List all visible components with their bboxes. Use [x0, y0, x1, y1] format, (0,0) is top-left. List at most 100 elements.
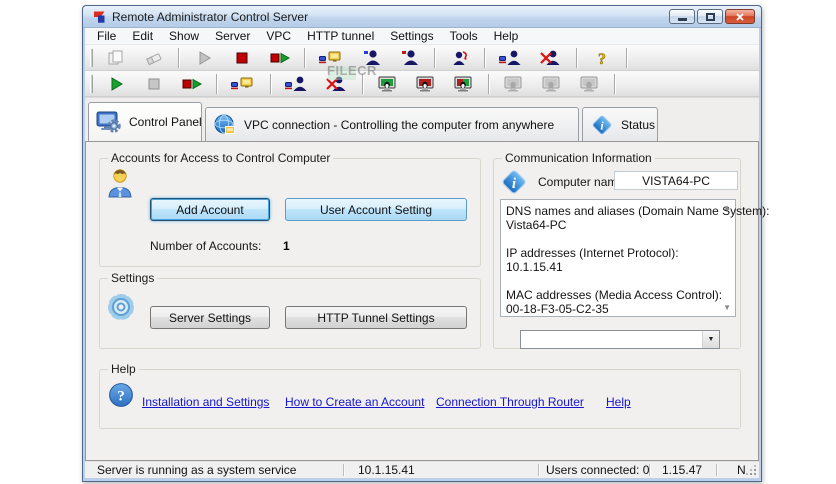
user-delete-icon [540, 50, 560, 65]
menu-edit[interactable]: Edit [124, 28, 161, 44]
info-diamond-icon: i [500, 168, 528, 196]
erase-button[interactable] [141, 47, 167, 69]
network-info-listbox[interactable]: DNS names and aliases (Domain Name Syste… [500, 199, 770, 317]
start-button[interactable] [191, 47, 217, 69]
menu-vpc[interactable]: VPC [258, 28, 299, 44]
user-sessions-button[interactable] [397, 47, 423, 69]
title-bar[interactable]: Remote Administrator Control Server [83, 6, 761, 28]
group-title: Accounts for Access to Control Computer [108, 152, 334, 165]
statusbar-separator [716, 464, 718, 476]
tab-status[interactable]: i Status [582, 107, 658, 141]
maximize-button[interactable] [697, 9, 723, 24]
chevron-down-icon[interactable]: ▼ [702, 331, 719, 348]
monitor-green-icon [378, 76, 396, 91]
network-adapter-combobox[interactable]: ▼ [520, 330, 720, 349]
monitor-gray-icon [542, 76, 560, 91]
user-account-setting-button[interactable]: User Account Setting [285, 198, 467, 221]
toolbar-separator [216, 73, 218, 94]
menu-tools[interactable]: Tools [442, 28, 486, 44]
info-line [506, 232, 717, 246]
toolbar-separator [614, 73, 616, 94]
tab-vpc-connection[interactable]: VPC connection - Controlling the compute… [205, 107, 579, 141]
restart-icon [182, 78, 203, 89]
info-line: IP addresses (Internet Protocol): [506, 246, 679, 260]
info-line: 10.1.15.41 [506, 260, 563, 274]
link-how-to-create-an-account[interactable]: How to Create an Account [285, 395, 424, 409]
globe-icon [213, 114, 237, 136]
link-connection-through-router[interactable]: Connection Through Router [436, 395, 584, 409]
watermark: FILECR [327, 63, 377, 80]
statusbar-separator [538, 464, 540, 476]
toolbar-separator [626, 47, 628, 68]
start-server-button[interactable] [103, 73, 129, 95]
menu-http-tunnel[interactable]: HTTP tunnel [299, 28, 382, 44]
restart-icon [270, 52, 291, 63]
add-account-button[interactable]: Add Account [150, 198, 270, 221]
resize-grip[interactable] [745, 464, 757, 476]
computer-name-field[interactable]: VISTA64-PC [614, 171, 738, 190]
accounts-group: Accounts for Access to Control Computer … [99, 152, 481, 267]
app-logo-icon [92, 10, 106, 24]
toolbar-separator [484, 47, 486, 68]
restart-server-button[interactable] [179, 73, 205, 95]
stop-server-button[interactable] [141, 73, 167, 95]
toolbar-separator [304, 47, 306, 68]
help-button[interactable]: ? [589, 47, 615, 69]
copy-button[interactable] [103, 47, 129, 69]
client-area: File Edit Show Server VPC HTTP tunnel Se… [85, 28, 770, 478]
stop-button[interactable] [229, 47, 255, 69]
status-version: 1.15.47 [662, 463, 703, 477]
scroll-down-icon[interactable]: ▼ [723, 304, 731, 312]
app-window: Remote Administrator Control Server FILE… [82, 5, 770, 482]
link-help[interactable]: Help [606, 395, 631, 409]
control-panel-page: Accounts for Access to Control Computer … [85, 141, 770, 461]
tab-control-panel[interactable]: Control Panel [88, 102, 202, 141]
restart-button[interactable] [267, 47, 293, 69]
scroll-up-icon[interactable]: ▲ [723, 204, 731, 212]
add-connection-button[interactable] [283, 73, 311, 95]
connect-user-button[interactable] [497, 47, 525, 69]
viewer-3-button[interactable] [577, 73, 603, 95]
help-circle-icon: ? [108, 382, 134, 408]
screen-off-button[interactable] [413, 73, 439, 95]
connect-computer-button[interactable] [229, 73, 259, 95]
user-refresh-icon [453, 50, 467, 65]
viewer-1-button[interactable] [501, 73, 527, 95]
info-line: DNS names and aliases (Domain Name Syste… [506, 204, 770, 218]
toolbar-separator [270, 73, 272, 94]
refresh-user-button[interactable] [447, 47, 473, 69]
close-button[interactable] [725, 9, 755, 24]
menu-server[interactable]: Server [207, 28, 258, 44]
link-installation-and-settings[interactable]: Installation and Settings [142, 395, 269, 409]
viewer-2-button[interactable] [539, 73, 565, 95]
help-icon: ? [598, 50, 607, 67]
accounts-count-value: 1 [283, 239, 290, 253]
toolbar-row-1: ? [85, 45, 759, 71]
menu-settings[interactable]: Settings [382, 28, 441, 44]
menu-show[interactable]: Show [161, 28, 207, 44]
status-ip-address: 10.1.15.41 [358, 463, 415, 477]
play-icon [199, 50, 211, 65]
tab-label: Control Panel [129, 115, 202, 129]
server-settings-button[interactable]: Server Settings [150, 306, 270, 329]
toolbar-row-2 [85, 71, 759, 97]
menu-help[interactable]: Help [486, 28, 527, 44]
menu-bar: File Edit Show Server VPC HTTP tunnel Se… [85, 28, 759, 45]
group-title: Settings [108, 272, 158, 285]
screen-toggle-button[interactable] [451, 73, 477, 95]
toolbar-grip[interactable] [90, 74, 93, 93]
http-tunnel-settings-button[interactable]: HTTP Tunnel Settings [285, 306, 467, 329]
minimize-button[interactable] [669, 9, 695, 24]
screen-on-button[interactable] [375, 73, 401, 95]
tab-label: VPC connection - Controlling the compute… [244, 117, 555, 132]
disconnect-user-button[interactable] [537, 47, 565, 69]
close-icon [736, 12, 744, 21]
menu-file[interactable]: File [89, 28, 124, 44]
group-title: Communication Information [502, 152, 655, 165]
gear-icon [105, 291, 137, 323]
toolbar-separator [434, 47, 436, 68]
toolbar-grip[interactable] [90, 48, 93, 67]
window-controls [667, 9, 755, 24]
settings-group: Settings Server Settings HTTP Tunnel Set… [99, 272, 481, 349]
play-icon [111, 76, 123, 91]
